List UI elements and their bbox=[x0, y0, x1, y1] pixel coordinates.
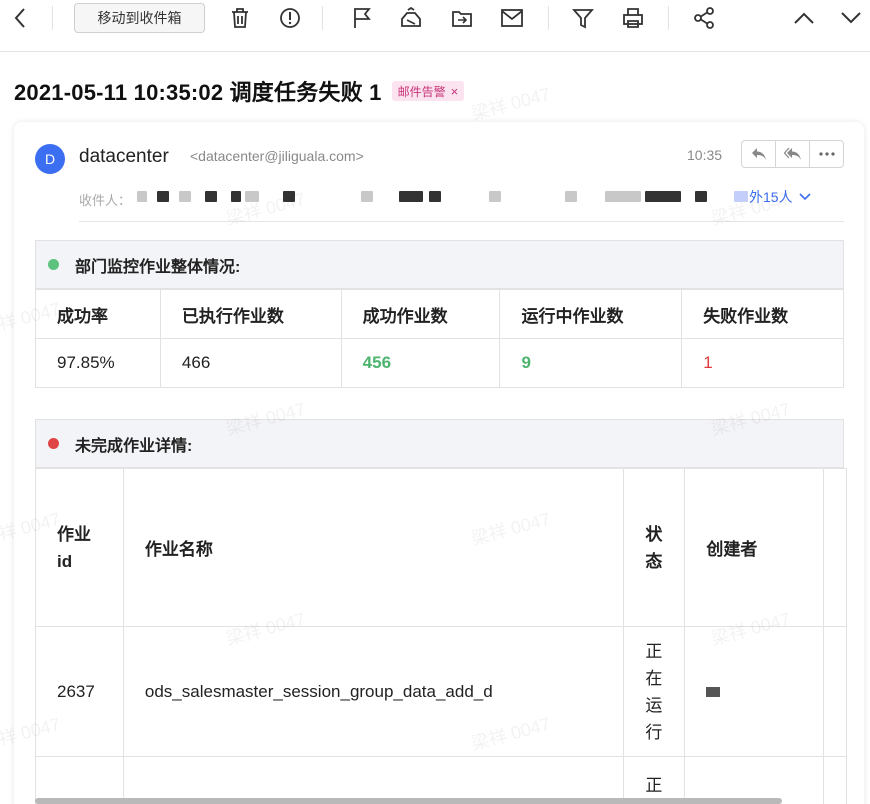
redacted-recipient bbox=[645, 191, 681, 202]
redacted-recipient bbox=[399, 191, 423, 202]
table-header-cell: 作业id bbox=[35, 468, 124, 627]
tag-label: 邮件告警 bbox=[397, 84, 446, 99]
sender-name[interactable]: datacenter bbox=[79, 146, 169, 168]
reply-action-group bbox=[741, 140, 844, 168]
running-count-value: 9 bbox=[499, 338, 683, 388]
redacted-recipient bbox=[565, 191, 577, 202]
mail-toolbar: 移动到收件箱 bbox=[0, 0, 870, 52]
more-recipients-link[interactable]: 外15人 bbox=[749, 187, 812, 207]
table-header-cell: 成功作业数 bbox=[340, 289, 501, 339]
redacted-recipient bbox=[283, 191, 295, 202]
more-actions-button[interactable] bbox=[810, 141, 843, 167]
filter-icon[interactable] bbox=[571, 6, 595, 30]
detail-table: 作业id 作业名称 状态 创建者 2637 ods_salesmaster_se… bbox=[35, 468, 848, 804]
subject-title: 2021-05-11 10:35:02 调度任务失败 1 bbox=[14, 80, 382, 105]
detail-heading-text: 未完成作业详情: bbox=[75, 437, 193, 455]
reply-all-button[interactable] bbox=[776, 141, 810, 167]
redacted-recipient bbox=[695, 191, 707, 202]
toolbar-divider bbox=[52, 6, 53, 30]
redacted-recipient bbox=[231, 191, 241, 202]
toolbar-divider bbox=[322, 6, 323, 30]
summary-table: 成功率 已执行作业数 成功作业数 运行中作业数 失败作业数 97.85% 466… bbox=[35, 289, 844, 388]
redacted-recipient bbox=[361, 191, 373, 202]
table-header-cell: 已执行作业数 bbox=[159, 289, 342, 339]
job-status-cell: 正在运行 bbox=[623, 626, 686, 757]
table-row: 2637 ods_salesmaster_session_group_data_… bbox=[35, 626, 848, 757]
more-icon bbox=[818, 152, 835, 156]
detail-section-heading: 未完成作业详情: bbox=[35, 419, 844, 468]
table-header-cell: 成功率 bbox=[35, 289, 161, 339]
mail-tag[interactable]: 邮件告警 × bbox=[391, 81, 465, 101]
tag-remove-icon[interactable]: × bbox=[451, 84, 459, 99]
job-id-cell bbox=[35, 756, 124, 804]
previous-mail-icon[interactable] bbox=[792, 6, 816, 30]
mail-subject: 2021-05-11 10:35:02 调度任务失败 1 邮件告警 × bbox=[14, 75, 465, 107]
toolbar-divider bbox=[668, 6, 669, 30]
avatar[interactable]: D bbox=[35, 144, 65, 174]
flag-icon[interactable] bbox=[350, 6, 374, 30]
table-header-row: 成功率 已执行作业数 成功作业数 运行中作业数 失败作业数 bbox=[35, 289, 844, 339]
table-row: 97.85% 466 456 9 1 bbox=[35, 338, 844, 388]
redacted-recipient bbox=[734, 191, 748, 202]
recipients-row: 收件人： 外15人 bbox=[79, 186, 844, 222]
more-recipients-label: 外15人 bbox=[749, 189, 793, 205]
reply-button[interactable] bbox=[742, 141, 776, 167]
recipients-label: 收件人： bbox=[79, 193, 132, 208]
share-icon[interactable] bbox=[692, 6, 716, 30]
job-creator-cell bbox=[684, 626, 824, 757]
job-name-cell: ods_salesmaster_session_group_data_add_d bbox=[122, 626, 625, 757]
mail-time: 10:35 bbox=[687, 147, 723, 163]
trash-icon[interactable] bbox=[228, 6, 252, 30]
table-header-cell bbox=[822, 468, 848, 627]
job-creator-cell bbox=[684, 756, 824, 804]
table-row: 正 bbox=[35, 756, 848, 804]
chevron-down-icon bbox=[799, 193, 811, 201]
move-icon[interactable] bbox=[450, 6, 474, 30]
redacted-creator bbox=[706, 686, 721, 697]
redacted-recipient bbox=[205, 191, 217, 202]
redacted-recipient bbox=[157, 191, 169, 202]
mail-card: D datacenter <datacenter@jiliguala.com> … bbox=[14, 122, 864, 804]
success-count-value: 456 bbox=[340, 338, 501, 388]
job-status-cell: 正 bbox=[623, 756, 686, 804]
reply-icon bbox=[751, 148, 766, 160]
reply-all-icon bbox=[783, 147, 801, 160]
job-name-cell bbox=[122, 756, 625, 804]
next-mail-icon[interactable] bbox=[839, 6, 863, 30]
executed-count-value: 466 bbox=[159, 338, 342, 388]
horizontal-scrollbar[interactable] bbox=[35, 798, 782, 804]
table-header-cell: 运行中作业数 bbox=[499, 289, 683, 339]
table-header-cell: 作业名称 bbox=[122, 468, 625, 627]
back-icon[interactable] bbox=[8, 6, 32, 30]
summary-heading-text: 部门监控作业整体情况: bbox=[75, 258, 241, 276]
tag-icon[interactable] bbox=[399, 6, 423, 30]
status-dot-icon bbox=[48, 259, 59, 270]
redacted-recipient bbox=[179, 191, 191, 202]
failed-count-value: 1 bbox=[681, 338, 844, 388]
redacted-recipient bbox=[245, 191, 259, 202]
table-header-row: 作业id 作业名称 状态 创建者 bbox=[35, 468, 848, 627]
table-header-cell: 失败作业数 bbox=[681, 289, 844, 339]
table-header-cell: 状态 bbox=[623, 468, 686, 627]
table-cell bbox=[822, 756, 848, 804]
mark-unread-icon[interactable] bbox=[500, 6, 524, 30]
print-icon[interactable] bbox=[621, 6, 645, 30]
redacted-recipient bbox=[605, 191, 641, 202]
table-header-cell: 创建者 bbox=[684, 468, 824, 627]
redacted-recipient bbox=[137, 191, 147, 202]
job-id-cell: 2637 bbox=[35, 626, 124, 757]
move-to-inbox-button[interactable]: 移动到收件箱 bbox=[74, 3, 205, 33]
success-rate-value: 97.85% bbox=[35, 338, 161, 388]
redacted-recipient bbox=[429, 191, 441, 202]
status-dot-icon bbox=[48, 438, 59, 449]
sender-email: <datacenter@jiliguala.com> bbox=[190, 148, 364, 164]
toolbar-divider bbox=[548, 6, 549, 30]
table-cell bbox=[822, 626, 848, 757]
redacted-recipient bbox=[489, 191, 501, 202]
watermark: 梁祥 0047 bbox=[469, 83, 553, 125]
report-spam-icon[interactable] bbox=[278, 6, 302, 30]
summary-section-heading: 部门监控作业整体情况: bbox=[35, 240, 844, 289]
